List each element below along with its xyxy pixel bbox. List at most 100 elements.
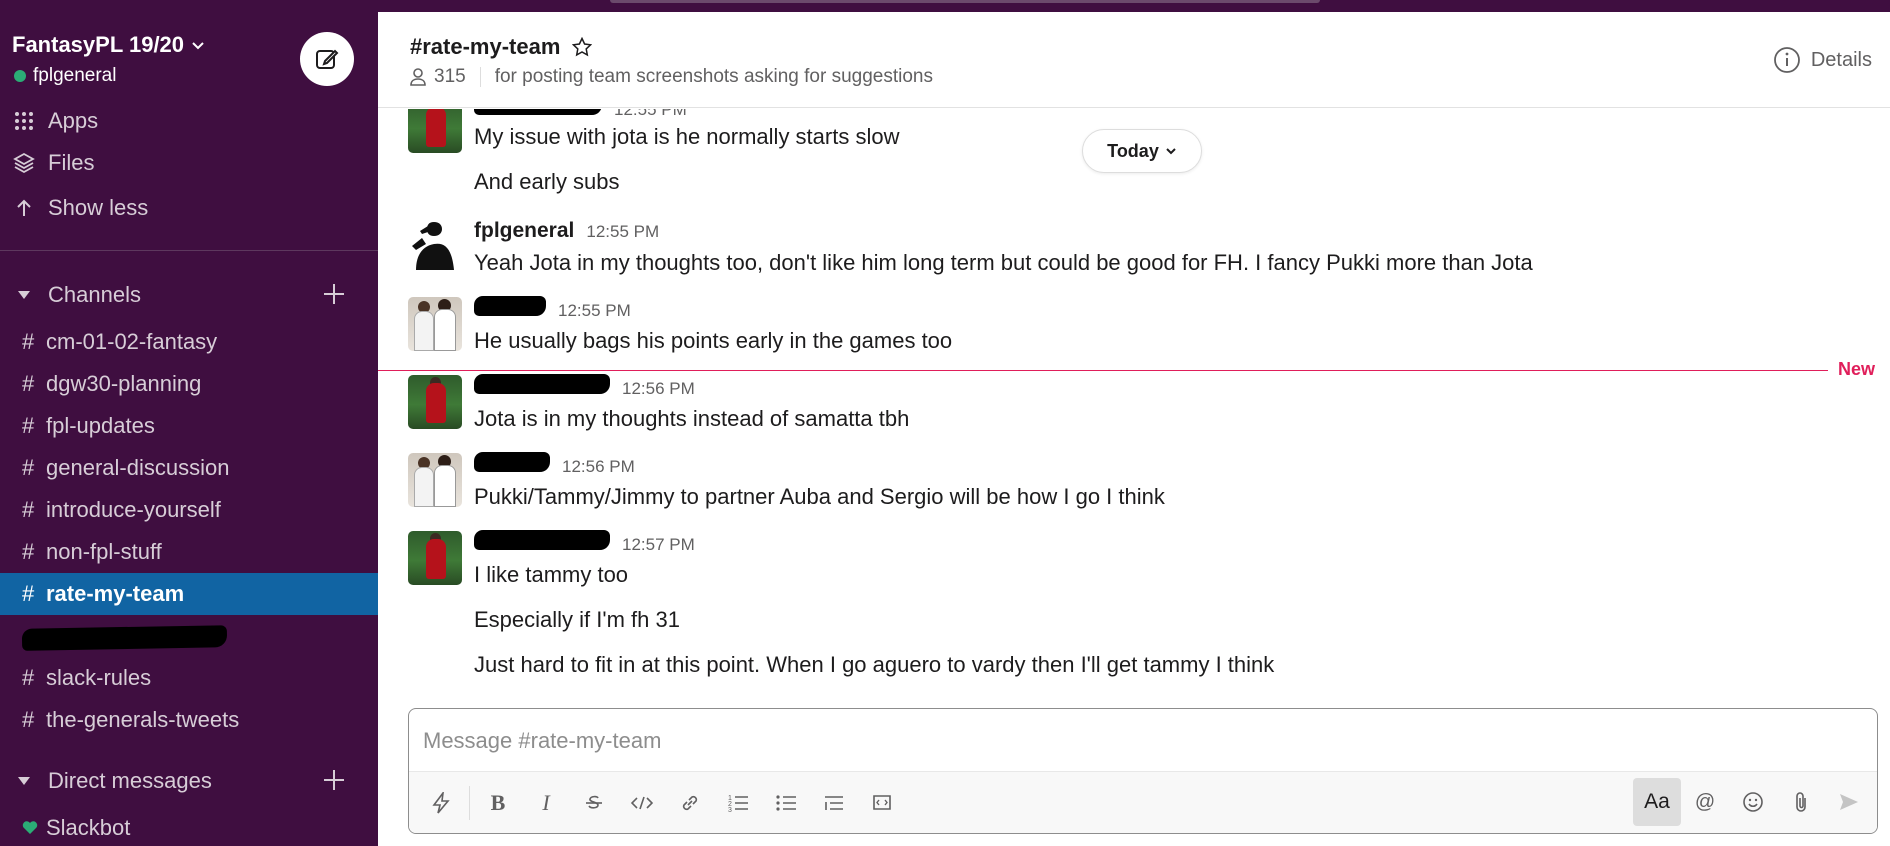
- message-header: 12:55 PM: [474, 296, 631, 321]
- message-header: 12:56 PM: [474, 452, 635, 477]
- channels-section-header[interactable]: Channels: [0, 275, 378, 315]
- channel-item-rate-my-team[interactable]: # rate-my-team: [0, 573, 378, 615]
- italic-button[interactable]: I: [522, 779, 570, 827]
- hash-icon: #: [22, 539, 35, 564]
- link-button[interactable]: [666, 779, 714, 827]
- avatar[interactable]: [408, 453, 462, 507]
- channel-header: #rate-my-team 315 for posting team scree…: [378, 12, 1890, 108]
- bullet-list-icon: [776, 794, 796, 811]
- message-text: Especially if I'm fh 31: [474, 607, 680, 632]
- plus-icon: [324, 770, 344, 790]
- code-button[interactable]: [618, 779, 666, 827]
- channel-item-dgw30-planning[interactable]: # dgw30-planning: [0, 363, 378, 405]
- avatar[interactable]: [408, 297, 462, 351]
- format-toggle-button[interactable]: Aa: [1633, 778, 1681, 826]
- star-icon[interactable]: [572, 37, 593, 57]
- sender-name[interactable]: fplgeneral: [474, 219, 574, 243]
- hash-icon: #: [22, 329, 35, 354]
- redacted-sender[interactable]: [474, 296, 546, 316]
- ordered-list-icon: 123: [728, 795, 748, 813]
- current-user: fplgeneral: [14, 65, 116, 87]
- member-count[interactable]: 315: [434, 66, 466, 88]
- add-dm-button[interactable]: [322, 768, 346, 798]
- chevron-down-icon: [1166, 148, 1176, 155]
- bold-button[interactable]: B: [474, 779, 522, 827]
- redacted-channel[interactable]: [21, 625, 228, 651]
- hash-icon: #: [22, 413, 35, 438]
- compose-button[interactable]: [300, 32, 354, 86]
- emoji-button[interactable]: [1729, 778, 1777, 826]
- redacted-sender[interactable]: [474, 109, 602, 115]
- sidebar-item-show-less[interactable]: Show less: [0, 188, 378, 228]
- channel-item-non-fpl-stuff[interactable]: # non-fpl-stuff: [0, 531, 378, 573]
- info-icon: [1773, 47, 1800, 73]
- sidebar-item-files[interactable]: Files: [0, 143, 378, 183]
- toolbar-separator: [469, 785, 470, 820]
- sidebar-item-apps[interactable]: Apps: [0, 101, 378, 141]
- heart-icon: [22, 821, 38, 834]
- channel-item-the-generals-tweets[interactable]: # the-generals-tweets: [0, 699, 378, 741]
- message-text: Pukki/Tammy/Jimmy to partner Auba and Se…: [474, 484, 1165, 509]
- new-messages-divider: [378, 370, 1828, 371]
- timestamp[interactable]: 12:57 PM: [622, 535, 695, 555]
- avatar[interactable]: [408, 531, 462, 585]
- timestamp[interactable]: 12:55 PM: [586, 222, 659, 242]
- timestamp[interactable]: 12:56 PM: [622, 379, 695, 399]
- channel-item-fpl-updates[interactable]: # fpl-updates: [0, 405, 378, 447]
- toolbar-right: Aa @: [1633, 778, 1873, 826]
- message-text: Jota is in my thoughts instead of samatt…: [474, 406, 910, 431]
- details-button[interactable]: Details: [1773, 46, 1872, 74]
- member-icon[interactable]: [410, 68, 426, 86]
- workspace-header[interactable]: FantasyPL 19/20 fplgeneral: [0, 12, 378, 106]
- bullet-list-button[interactable]: [762, 779, 810, 827]
- channel-title[interactable]: #rate-my-team: [410, 34, 593, 60]
- chevron-down-icon: [192, 42, 204, 50]
- redacted-sender[interactable]: [474, 452, 550, 472]
- code-block-button[interactable]: [858, 779, 906, 827]
- workspace-name[interactable]: FantasyPL 19/20: [12, 32, 206, 58]
- arrow-up-icon: [0, 198, 48, 218]
- channel-meta: 315 for posting team screenshots asking …: [410, 66, 933, 88]
- timestamp[interactable]: 12:55 PM: [614, 109, 687, 120]
- send-button[interactable]: [1825, 778, 1873, 826]
- avatar[interactable]: [408, 216, 462, 270]
- avatar[interactable]: [408, 109, 462, 153]
- message-text: Just hard to fit in at this point. When …: [474, 652, 1275, 677]
- message-header: 12:55 PM: [474, 109, 687, 120]
- message-input[interactable]: [423, 723, 1853, 759]
- channel-item-introduce-yourself[interactable]: # introduce-yourself: [0, 489, 378, 531]
- attach-button[interactable]: [1777, 778, 1825, 826]
- redacted-sender[interactable]: [474, 374, 610, 394]
- strikethrough-icon: [586, 795, 602, 809]
- avatar[interactable]: [408, 375, 462, 429]
- hash-icon: #: [22, 497, 35, 522]
- message-header: fplgeneral 12:55 PM: [474, 219, 659, 243]
- meta-separator: [479, 67, 481, 87]
- date-divider-today[interactable]: Today: [1082, 129, 1202, 173]
- mention-button[interactable]: @: [1681, 778, 1729, 826]
- channel-item-general-discussion[interactable]: # general-discussion: [0, 447, 378, 489]
- channel-topic[interactable]: for posting team screenshots asking for …: [495, 66, 933, 88]
- ordered-list-button[interactable]: 123: [714, 779, 762, 827]
- dm-item-slackbot[interactable]: Slackbot: [0, 807, 378, 846]
- blockquote-button[interactable]: [810, 779, 858, 827]
- message-text: Yeah Jota in my thoughts too, don't like…: [474, 250, 1533, 275]
- blockquote-icon: [825, 795, 843, 810]
- dm-section-header[interactable]: Direct messages: [0, 761, 378, 801]
- shortcuts-button[interactable]: [417, 779, 465, 827]
- timestamp[interactable]: 12:55 PM: [558, 301, 631, 321]
- caret-down-icon: [0, 776, 48, 786]
- hash-icon: #: [22, 371, 35, 396]
- channel-item-cm-01-02-fantasy[interactable]: # cm-01-02-fantasy: [0, 321, 378, 363]
- hash-icon: #: [22, 581, 35, 606]
- search-bar[interactable]: [610, 0, 1320, 3]
- code-icon: [631, 796, 653, 809]
- channel-item-slack-rules[interactable]: # slack-rules: [0, 657, 378, 699]
- timestamp[interactable]: 12:56 PM: [562, 457, 635, 477]
- redacted-sender[interactable]: [474, 530, 610, 550]
- hash-icon: #: [22, 455, 35, 480]
- add-channel-button[interactable]: [322, 282, 346, 312]
- main-pane: #rate-my-team 315 for posting team scree…: [378, 12, 1890, 846]
- strikethrough-button[interactable]: [570, 779, 618, 827]
- top-bar: [0, 0, 1890, 12]
